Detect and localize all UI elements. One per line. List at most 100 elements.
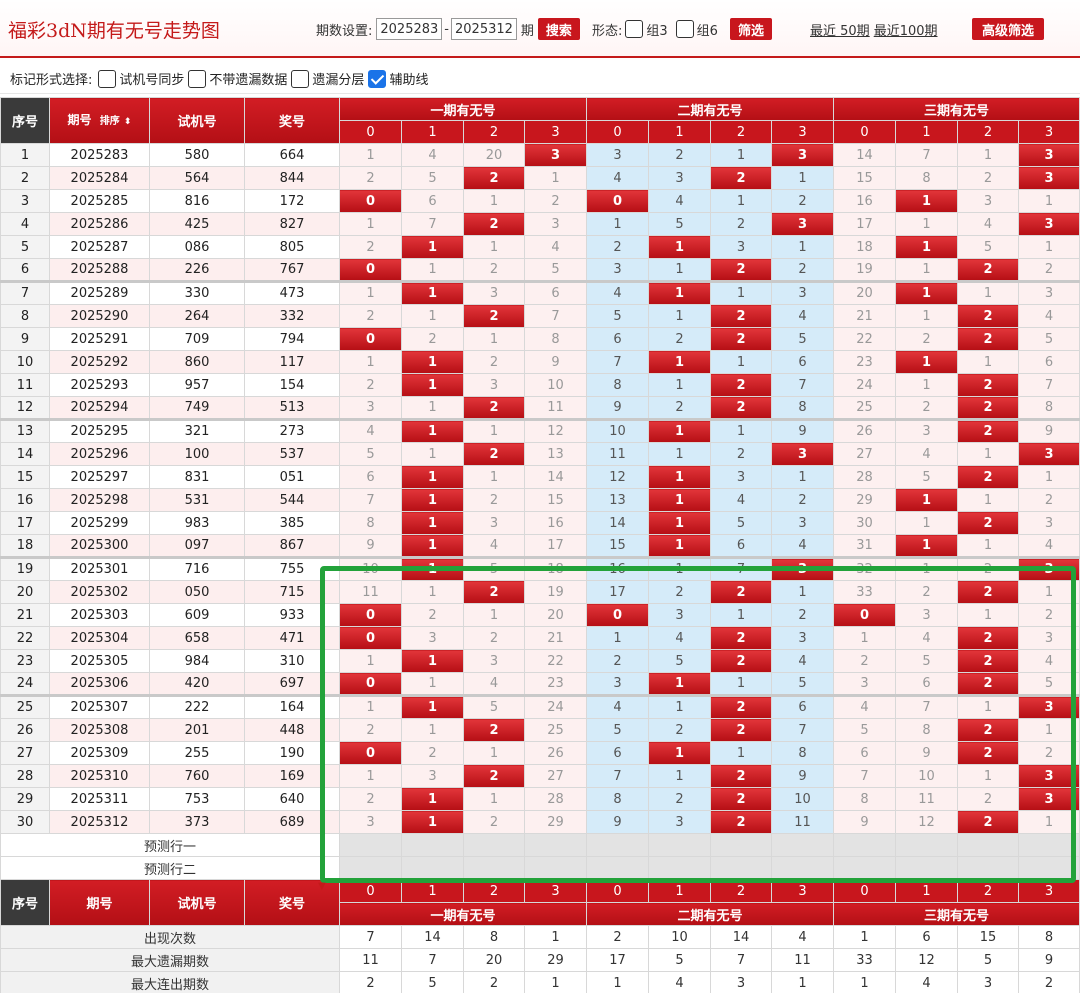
predict-cell[interactable] [524, 833, 587, 857]
sort-arrow-icon[interactable]: ⬍ [124, 117, 132, 127]
header-period[interactable]: 期号 排序 ⬍ [49, 97, 150, 144]
miss-cell: 4 [771, 649, 834, 673]
miss-cell: 2 [339, 787, 402, 811]
predict-cell[interactable] [833, 856, 896, 880]
seq-cell: 23 [0, 649, 50, 673]
mark-option-miss-layer[interactable]: 遗漏分层 [291, 69, 364, 88]
miss-cell: 2 [771, 258, 834, 282]
table-row: 5 2025287 086 805 2 1 1 4 2 1 3 1 18 1 5 1 [0, 235, 1080, 259]
hit-cell: 1 [895, 488, 958, 512]
hit-cell: 2 [710, 764, 772, 788]
miss-cell: 1 [339, 649, 402, 673]
miss-cell: 3 [463, 649, 525, 673]
filter-button[interactable]: 筛选 [729, 18, 772, 40]
mark-option-no-miss-data[interactable]: 不带遗漏数据 [188, 69, 287, 88]
hit-cell: 3 [771, 212, 834, 236]
miss-cell: 7 [833, 764, 896, 788]
no-miss-data-checkbox[interactable] [188, 69, 207, 88]
predict-cell[interactable] [648, 856, 711, 880]
miss-cell: 10 [524, 373, 587, 397]
test-number-cell: 984 [149, 649, 245, 673]
predict-cell[interactable] [586, 856, 649, 880]
miss-cell: 7 [710, 556, 772, 581]
miss-cell: 10 [339, 556, 402, 581]
group3-checkbox[interactable] [625, 20, 644, 38]
predict-cell[interactable] [463, 833, 525, 857]
recent-100-link[interactable]: 最近100期 [874, 20, 938, 39]
search-button[interactable]: 搜索 [537, 18, 580, 40]
miss-cell: 1 [1018, 810, 1080, 834]
mark-option-test-sync[interactable]: 试机号同步 [98, 69, 184, 88]
mark-option-aux-line[interactable]: 辅助线 [368, 69, 428, 88]
sort-label[interactable]: 排序 [100, 116, 120, 127]
seq-cell: 7 [0, 280, 50, 305]
table-row: 18 2025300 097 867 9 1 4 17 15 1 6 4 31 1 1 4 [0, 534, 1080, 558]
miss-cell: 8 [586, 787, 649, 811]
predict-cell[interactable] [710, 856, 772, 880]
predict-cell[interactable] [771, 833, 834, 857]
group-header-1: 一期有无号 [339, 97, 587, 121]
stat-value: 5 [648, 948, 711, 972]
predict-label: 预测行二 [0, 856, 340, 880]
miss-cell: 8 [771, 396, 834, 420]
advanced-filter-button[interactable]: 高级筛选 [972, 18, 1045, 40]
digit-header: 1 [648, 120, 711, 144]
miss-cell: 6 [524, 280, 587, 305]
hit-cell: 1 [401, 280, 464, 305]
hit-cell: 3 [1018, 143, 1080, 167]
miss-cell: 1 [463, 741, 525, 765]
period-to-input[interactable]: 2025312 [451, 18, 517, 40]
group6-checkbox[interactable] [675, 20, 694, 38]
predict-cell[interactable] [1018, 856, 1080, 880]
predict-cell[interactable] [463, 856, 525, 880]
miss-cell: 1 [586, 626, 649, 650]
test-number-cell: 264 [149, 304, 245, 328]
predict-cell[interactable] [957, 833, 1019, 857]
predict-cell[interactable] [833, 833, 896, 857]
draw-number-cell: 164 [244, 694, 340, 719]
predict-cell[interactable] [1018, 833, 1080, 857]
hit-cell: 2 [463, 304, 525, 328]
test-sync-checkbox[interactable] [98, 69, 117, 88]
miss-cell: 5 [463, 694, 525, 719]
miss-cell: 5 [463, 556, 525, 581]
predict-row[interactable]: 预测行二 [0, 856, 1080, 880]
down-arrow-icon: ▼ [318, 881, 326, 892]
predict-cell[interactable] [895, 856, 958, 880]
aux-line-checkbox[interactable] [368, 69, 387, 88]
hit-cell: 0 [339, 603, 402, 627]
stat-value: 1 [833, 925, 896, 949]
miss-cell: 2 [401, 327, 464, 351]
predict-cell[interactable] [401, 856, 464, 880]
period-cell: 2025285 [49, 189, 150, 213]
miss-cell: 29 [833, 488, 896, 512]
predict-cell[interactable] [339, 833, 402, 857]
test-number-cell: 749 [149, 396, 245, 420]
miss-cell: 1 [771, 580, 834, 604]
predict-cell[interactable] [771, 856, 834, 880]
stat-value: 33 [833, 948, 896, 972]
predict-cell[interactable] [957, 856, 1019, 880]
miss-cell: 2 [339, 304, 402, 328]
miss-cell: 18 [833, 235, 896, 259]
predict-cell[interactable] [648, 833, 711, 857]
predict-cell[interactable] [339, 856, 402, 880]
predict-cell[interactable] [710, 833, 772, 857]
hit-cell: 2 [710, 304, 772, 328]
predict-cell[interactable] [895, 833, 958, 857]
miss-cell: 3 [833, 672, 896, 696]
miss-layer-checkbox[interactable] [291, 69, 310, 88]
recent-50-link[interactable]: 最近 50期 [810, 20, 870, 39]
draw-number-cell: 827 [244, 212, 340, 236]
predict-cell[interactable] [524, 856, 587, 880]
miss-cell: 5 [1018, 327, 1080, 351]
period-cell: 2025291 [49, 327, 150, 351]
digit-header: 3 [524, 120, 587, 144]
seq-cell: 15 [0, 465, 50, 489]
miss-cell: 19 [524, 580, 587, 604]
predict-row[interactable]: 预测行一 [0, 833, 1080, 857]
seq-cell: 22 [0, 626, 50, 650]
predict-cell[interactable] [401, 833, 464, 857]
period-from-input[interactable]: 2025283 [376, 18, 443, 40]
predict-cell[interactable] [586, 833, 649, 857]
